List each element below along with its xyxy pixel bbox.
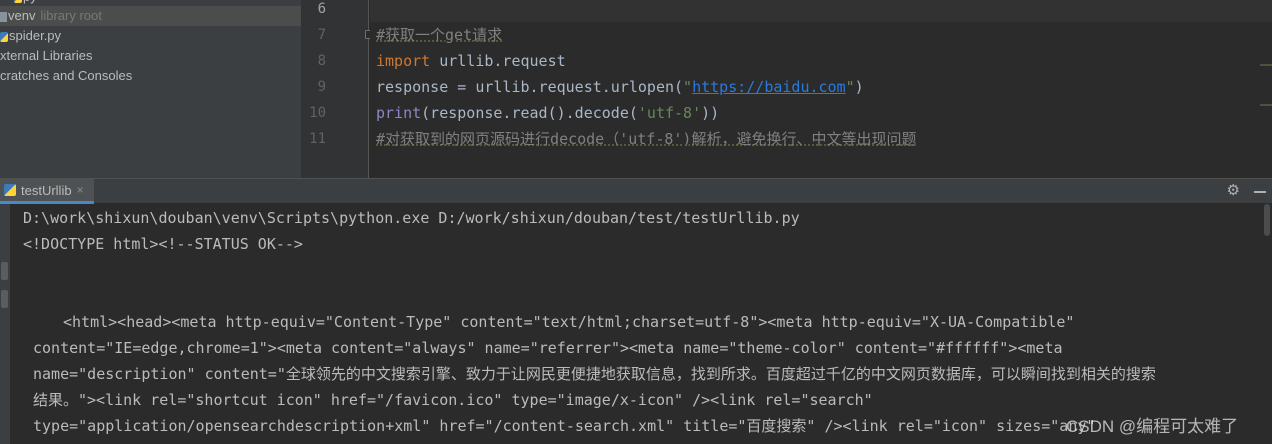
- run-tab-label: testUrllib: [21, 182, 72, 198]
- warning-stripe[interactable]: [1260, 104, 1272, 106]
- python-file-icon: [14, 0, 22, 3]
- builtin-function: print: [376, 104, 422, 122]
- editor-gutter: 6 7 8 9 10 11: [301, 0, 372, 178]
- minimize-icon[interactable]: [1254, 191, 1266, 193]
- line-number: 10: [309, 105, 326, 121]
- console-output[interactable]: D:\work\shixun\douban\venv\Scripts\pytho…: [10, 204, 1262, 444]
- close-icon[interactable]: ×: [77, 183, 84, 197]
- tree-item-label: cratches and Consoles: [0, 68, 133, 83]
- project-tree: py venvlibrary root spider.py xternal Li…: [0, 0, 301, 178]
- line-number: 8: [317, 53, 326, 69]
- module-name: urllib.request: [430, 52, 566, 70]
- comment: #获取一个get请求: [376, 26, 503, 44]
- code-line-7: #获取一个get请求: [376, 22, 502, 48]
- console-line: <!DOCTYPE html><!--STATUS OK-->: [23, 235, 303, 253]
- code-text: response = urllib.request.urlopen(: [376, 78, 684, 96]
- string-quote: ": [683, 78, 693, 96]
- tab-testurllib[interactable]: testUrllib ×: [0, 179, 94, 204]
- console-line: 结果。"><link rel="shortcut icon" href="/fa…: [33, 391, 873, 409]
- string-literal: 'utf-8': [637, 104, 702, 122]
- watermark: CSDN @编程可太难了: [1066, 417, 1239, 436]
- string-quote: ": [845, 78, 855, 96]
- tree-item-label: xternal Libraries: [0, 48, 93, 63]
- console-line: <html><head><meta http-equiv="Content-Ty…: [63, 313, 1075, 331]
- tree-item-external-libraries[interactable]: xternal Libraries: [0, 46, 93, 66]
- comment: #对获取到的网页源码进行decode（'utf-8')解析，避免换行、中文等出现…: [376, 130, 917, 148]
- folder-icon: [0, 11, 7, 22]
- gear-icon[interactable]: ⚙: [1227, 181, 1240, 199]
- tree-item-label: spider.py: [9, 28, 62, 43]
- rerun-icon[interactable]: [1, 262, 8, 280]
- keyword: import: [376, 52, 431, 70]
- code-line-8: import urllib.request: [376, 48, 566, 74]
- scrollbar-thumb[interactable]: [1264, 204, 1270, 236]
- tree-item-label: venv: [8, 8, 36, 23]
- url-link[interactable]: https://baidu.com: [692, 78, 846, 96]
- python-file-icon: [0, 31, 8, 42]
- tree-item-spider-py[interactable]: spider.py: [0, 26, 61, 46]
- tree-item-venv[interactable]: venv library root: [0, 6, 301, 26]
- code-text: )): [701, 104, 720, 122]
- console-line: type="application/opensearchdescription+…: [33, 417, 1096, 435]
- line-number: 11: [309, 131, 326, 147]
- code-text: (response.read().decode(: [421, 104, 638, 122]
- console-line: name="description" content="全球领先的中文搜索引擎、…: [33, 365, 1156, 383]
- console-scrollbar[interactable]: [1262, 204, 1272, 444]
- code-editor[interactable]: #获取一个get请求 import urllib.request respons…: [370, 0, 1272, 178]
- warning-stripe[interactable]: [1260, 64, 1272, 66]
- code-line-11: #对获取到的网页源码进行decode（'utf-8')解析，避免换行、中文等出现…: [376, 126, 916, 152]
- code-line-10: print(response.read().decode('utf-8')): [376, 100, 719, 126]
- python-run-icon: [4, 184, 16, 196]
- run-toolbar: testUrllib × ⚙: [0, 178, 1272, 204]
- line-number: 7: [317, 27, 326, 43]
- line-number: 6: [317, 1, 326, 17]
- stop-icon[interactable]: [1, 290, 8, 308]
- library-root-annotation: library root: [40, 8, 102, 23]
- tree-item-scratches-and-consoles[interactable]: cratches and Consoles: [0, 66, 132, 86]
- console-line: content="IE=edge,chrome=1"><meta content…: [33, 339, 1063, 357]
- console-line: D:\work\shixun\douban\venv\Scripts\pytho…: [23, 209, 800, 227]
- code-line-9: response = urllib.request.urlopen("https…: [376, 74, 864, 100]
- code-text: ): [854, 78, 864, 96]
- current-line-highlight: [370, 0, 1272, 22]
- run-side-toolbar: [0, 204, 10, 444]
- line-number: 9: [317, 79, 326, 95]
